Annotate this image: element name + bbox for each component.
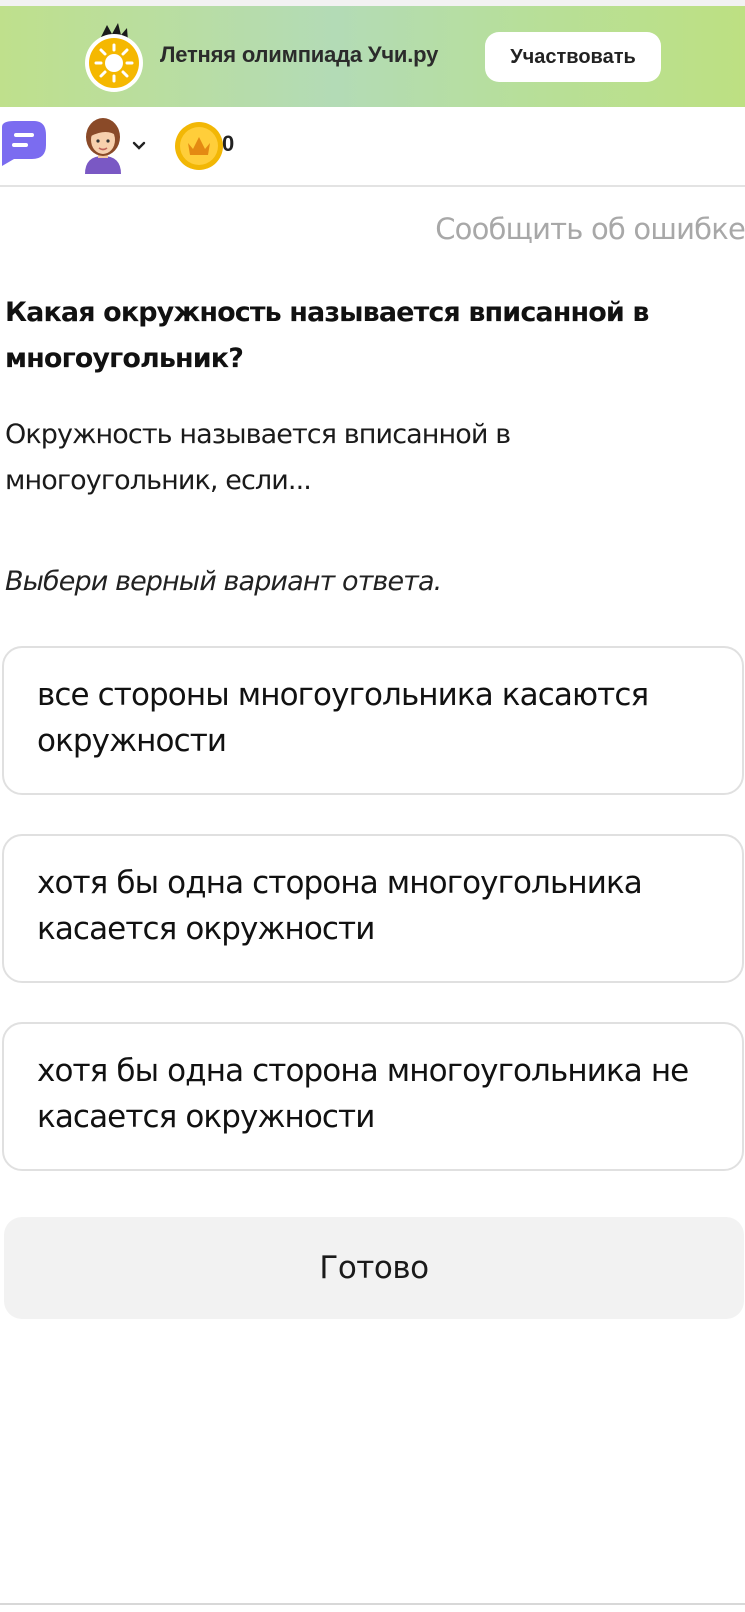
answer-option-label: хотя бы одна сторона многоугольника каса… — [37, 865, 643, 947]
answer-option[interactable]: хотя бы одна сторона многоугольника не к… — [2, 1022, 744, 1171]
chat-bubble-icon[interactable] — [0, 119, 48, 167]
user-avatar-icon — [85, 118, 121, 174]
banner-title: Летняя олимпиада Учи.ру — [160, 42, 439, 67]
chevron-down-icon — [132, 141, 146, 150]
toolbar-divider — [0, 185, 745, 187]
coin-count: 0 — [222, 131, 235, 156]
participate-button[interactable]: Участвовать — [485, 32, 661, 82]
answer-option[interactable]: хотя бы одна сторона многоугольника каса… — [2, 834, 744, 983]
bottom-divider — [0, 1603, 745, 1605]
answer-option-label: все стороны многоугольника касаются окру… — [37, 677, 649, 759]
question-title: Какая окружность называется вписанной в … — [5, 297, 650, 374]
question-description: Окружность называется вписанной в многоу… — [5, 419, 511, 496]
coin-icon — [175, 122, 223, 170]
olympiad-banner[interactable]: Летняя олимпиада Учи.ру Участвовать — [0, 6, 745, 107]
report-error-link[interactable]: Сообщить об ошибке — [435, 212, 745, 246]
answer-option[interactable]: все стороны многоугольника касаются окру… — [2, 646, 744, 795]
done-button[interactable]: Готово — [4, 1217, 744, 1319]
sun-crown-icon — [85, 23, 143, 92]
profile-menu[interactable] — [77, 116, 157, 176]
answer-option-label: хотя бы одна сторона многоугольника не к… — [37, 1053, 689, 1135]
question-instruction: Выбери верный вариант ответа. — [5, 566, 442, 597]
